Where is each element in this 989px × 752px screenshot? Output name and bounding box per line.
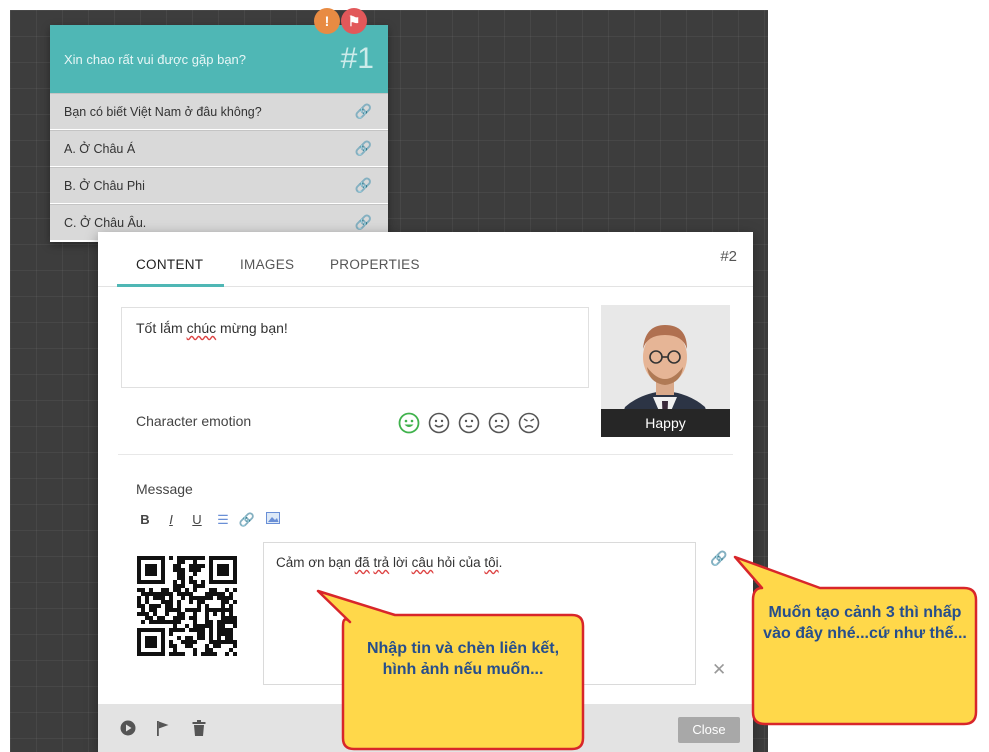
message-part: trả <box>373 555 390 570</box>
option-label: A. Ở Châu Á <box>64 142 136 156</box>
option-label: C. Ở Châu Âu. <box>64 216 147 230</box>
scene-1-card[interactable]: Xin chao rất vui được gặp bạn? #1 Bạn có… <box>50 25 388 242</box>
emotion-caption: Happy <box>601 409 730 437</box>
message-part: hỏi của <box>433 555 485 570</box>
message-label: Message <box>136 481 193 497</box>
tab-images[interactable]: IMAGES <box>240 257 294 272</box>
emotion-smile-icon[interactable] <box>428 412 450 434</box>
message-part: lời <box>389 555 412 570</box>
emotion-sad-icon[interactable] <box>488 412 510 434</box>
link-icon[interactable]: 🔗 <box>355 140 372 157</box>
scene-1-option-b[interactable]: B. Ở Châu Phi 🔗 <box>50 167 388 203</box>
scene-1-badges: ! ⚑ <box>314 8 384 36</box>
flag-icon[interactable] <box>156 720 170 741</box>
message-part: đã <box>354 555 370 570</box>
message-part: tôi <box>484 555 499 570</box>
insert-image-icon[interactable] <box>264 512 282 532</box>
scene-1-title: Xin chao rất vui được gặp bạn? <box>64 52 247 67</box>
link-icon[interactable]: 🔗 <box>355 177 372 194</box>
callout-right-text: Muốn tạo cảnh 3 thì nhấp vào đây nhé...c… <box>763 604 967 642</box>
message-part: câu <box>411 555 434 570</box>
scene-2-number: #2 <box>720 248 737 265</box>
character-photo[interactable]: Happy <box>601 305 730 437</box>
bold-button[interactable]: B <box>136 512 154 532</box>
content-text-part: Tốt lắm <box>136 320 187 336</box>
list-icon[interactable]: ☰ <box>214 512 232 532</box>
message-part: . <box>498 555 503 570</box>
play-icon[interactable] <box>120 720 136 741</box>
content-text-part: chúc <box>186 320 217 336</box>
qr-code-image[interactable] <box>125 544 250 669</box>
emotion-happy-icon[interactable] <box>398 412 420 434</box>
close-icon[interactable]: ✕ <box>712 660 726 680</box>
close-button[interactable]: Close <box>678 717 740 743</box>
emotion-angry-icon[interactable] <box>518 412 540 434</box>
link-icon[interactable]: 🔗 <box>355 214 372 231</box>
tab-bar: CONTENT IMAGES PROPERTIES <box>98 232 753 287</box>
tab-properties[interactable]: PROPERTIES <box>330 257 420 272</box>
scene-1-option-a[interactable]: A. Ở Châu Á 🔗 <box>50 130 388 166</box>
trash-icon[interactable] <box>192 720 206 741</box>
section-divider <box>118 454 733 455</box>
tab-content[interactable]: CONTENT <box>136 257 203 272</box>
option-label: Bạn có biết Việt Nam ở đâu không? <box>64 105 262 119</box>
qr-code-graphic <box>137 556 237 656</box>
character-emotion-label: Character emotion <box>136 413 252 429</box>
panel-footer: Close <box>98 704 753 752</box>
flag-icon[interactable]: ⚑ <box>341 8 367 34</box>
link-icon[interactable]: 🔗 <box>355 103 372 120</box>
insert-link-icon[interactable]: 🔗 <box>238 512 256 532</box>
warning-icon[interactable]: ! <box>314 8 340 34</box>
option-label: B. Ở Châu Phi <box>64 179 145 193</box>
content-text-part: mừng bạn! <box>216 320 288 336</box>
underline-button[interactable]: U <box>188 512 206 532</box>
content-text-field[interactable]: Tốt lắm chúc mừng bạn! <box>121 307 589 388</box>
callout-left-text: Nhập tin và chèn liên kết, hình ảnh nếu … <box>366 640 560 678</box>
emotion-neutral-icon[interactable] <box>458 412 480 434</box>
active-tab-indicator <box>117 284 224 287</box>
link-icon[interactable]: 🔗 <box>710 550 727 567</box>
italic-button[interactable]: I <box>162 512 180 532</box>
message-part: Cảm ơn bạn <box>276 555 355 570</box>
scene-1-number: #1 <box>340 42 374 75</box>
scene-1-question[interactable]: Bạn có biết Việt Nam ở đâu không? 🔗 <box>50 93 388 129</box>
